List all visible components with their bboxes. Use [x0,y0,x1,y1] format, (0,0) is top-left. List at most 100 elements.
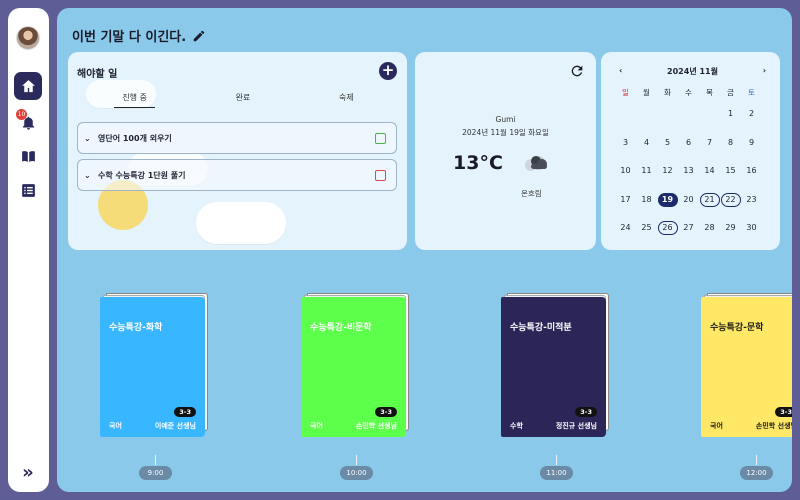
calendar-day[interactable]: 2 [741,100,762,129]
calendar-day[interactable]: 18 [636,186,657,215]
class-book-card[interactable]: 수능특강-화학 3-3 국어 이예준 선생님 [100,293,208,439]
todo-title: 해야할 일 [77,69,118,80]
calendar-weekday: 일 [622,88,629,97]
calendar-day[interactable]: 21 [699,186,720,215]
calendar-day[interactable]: 10 [615,157,636,186]
calendar-day[interactable]: 13 [678,157,699,186]
calendar-empty-cell [636,100,657,129]
timeline-tick [556,455,557,465]
class-title: 수능특강-화학 [109,323,163,333]
class-subject: 국어 [710,422,723,430]
weather-temperature: 13°C [453,152,503,174]
calendar-day[interactable]: 14 [699,157,720,186]
list-nav-button[interactable] [14,176,42,204]
page-title: 이번 기말 다 이긴다. [72,26,206,45]
calendar-day[interactable]: 8 [720,129,741,158]
calendar-weekday: 토 [748,88,755,97]
calendar-day[interactable]: 28 [699,214,720,243]
calendar-day[interactable]: 27 [678,214,699,243]
calendar-day[interactable]: 6 [678,129,699,158]
chevron-down-icon[interactable]: ⌄ [84,134,96,143]
expand-sidebar-button[interactable]: » [14,458,42,486]
weather-description: 온흐림 [521,189,542,198]
next-month-button[interactable]: › [763,66,766,77]
main-panel: 이번 기말 다 이긴다. 해야할 일 + 진행 중 완료 숙제 ⌄ 영단어 10… [57,8,792,492]
calendar-day[interactable]: 25 [636,214,657,243]
calendar-day[interactable]: 22 [720,186,741,215]
home-icon [21,79,35,92]
todo-item[interactable]: ⌄ 영단어 100개 외우기 [77,122,397,154]
class-book-card[interactable]: 수능특강-문학 3-3 국어 손민학 선생님 [701,293,792,439]
class-badge: 3-3 [575,407,597,417]
class-time: 10:00 [340,466,373,480]
todo-checkbox[interactable] [375,132,386,144]
weather-city: Gumi [495,115,516,124]
todo-card: 해야할 일 + 진행 중 완료 숙제 ⌄ 영단어 100개 외우기 ⌄ 수학 수… [68,52,407,250]
calendar-day[interactable]: 16 [741,157,762,186]
calendar-day[interactable]: 19 [657,186,678,215]
calendar-weekday: 월 [643,88,650,97]
class-book-card[interactable]: 수능특강-미적분 3-3 수학 정진규 선생님 [501,293,609,439]
calendar-month-label: 2024년 11월 [667,67,718,76]
book-cover: 수능특강-화학 3-3 국어 이예준 선생님 [100,297,205,437]
calendar-day[interactable]: 26 [657,214,678,243]
calendar-day[interactable]: 9 [741,129,762,158]
class-badge: 3-3 [775,407,792,417]
list-icon [21,183,35,197]
class-time: 9:00 [139,466,172,480]
calendar-day[interactable]: 17 [615,186,636,215]
todo-tabs: 진행 중 완료 숙제 [78,90,398,108]
class-time: 11:00 [540,466,573,480]
book-cover: 수능특강-비문학 3-3 국어 손민학 선생님 [301,297,406,437]
avatar[interactable] [16,26,40,50]
class-title: 수능특강-문학 [710,323,764,333]
add-todo-button[interactable]: + [379,62,397,80]
class-teacher: 손민학 선생님 [355,422,397,430]
refresh-icon[interactable] [569,63,585,79]
calendar-grid: 일 월 화 수 목 금 토 1 2 3 4 5 6 7 8 9 10 11 12 13 14 15 16 17 18 19 20 21… [615,86,762,243]
class-badge: 3-3 [375,407,397,417]
weather-card: Gumi 2024년 11월 19일 화요일 13°C 온흐림 [415,52,596,250]
timeline-tick [756,455,757,465]
calendar-day[interactable]: 29 [720,214,741,243]
tab-homework[interactable]: 숙제 [331,90,362,108]
todo-item-label: 영단어 100개 외우기 [98,133,172,143]
calendar-empty-cell [615,100,636,129]
calendar-day[interactable]: 30 [741,214,762,243]
class-subject: 국어 [109,422,122,430]
pencil-icon[interactable] [192,29,206,43]
calendar-day[interactable]: 23 [741,186,762,215]
sidebar: 10 » [8,8,49,492]
book-nav-button[interactable] [14,142,42,170]
calendar-header: ‹ 2024년 11월 › [601,66,780,77]
calendar-day[interactable]: 12 [657,157,678,186]
home-nav-button[interactable] [14,72,42,100]
calendar-day[interactable]: 4 [636,129,657,158]
calendar-day[interactable]: 15 [720,157,741,186]
notifications-nav-button[interactable]: 10 [14,108,42,136]
calendar-day[interactable]: 24 [615,214,636,243]
tab-in-progress[interactable]: 진행 중 [114,90,155,108]
class-teacher: 이예준 선생님 [154,422,196,430]
calendar-day[interactable]: 7 [699,129,720,158]
chevron-down-icon[interactable]: ⌄ [84,171,96,180]
class-title: 수능특강-비문학 [310,323,372,333]
cloud-decoration [196,202,286,244]
class-book-card[interactable]: 수능특강-비문학 3-3 국어 손민학 선생님 [301,293,409,439]
calendar-day[interactable]: 1 [720,100,741,129]
prev-month-button[interactable]: ‹ [619,66,622,77]
calendar-day[interactable]: 3 [615,129,636,158]
calendar-weekday: 수 [685,88,692,97]
calendar-day[interactable]: 5 [657,129,678,158]
tab-done[interactable]: 완료 [228,90,259,108]
todo-item-label: 수학 수능특강 1단원 풀기 [98,170,186,180]
calendar-day[interactable]: 11 [636,157,657,186]
class-teacher: 정진규 선생님 [555,422,597,430]
class-title: 수능특강-미적분 [510,323,572,333]
todo-item[interactable]: ⌄ 수학 수능특강 1단원 풀기 [77,159,397,191]
page-title-text: 이번 기말 다 이긴다. [72,30,187,45]
class-badge: 3-3 [174,407,196,417]
todo-checkbox[interactable] [375,169,386,181]
calendar-weekday: 목 [706,88,713,97]
calendar-day[interactable]: 20 [678,186,699,215]
